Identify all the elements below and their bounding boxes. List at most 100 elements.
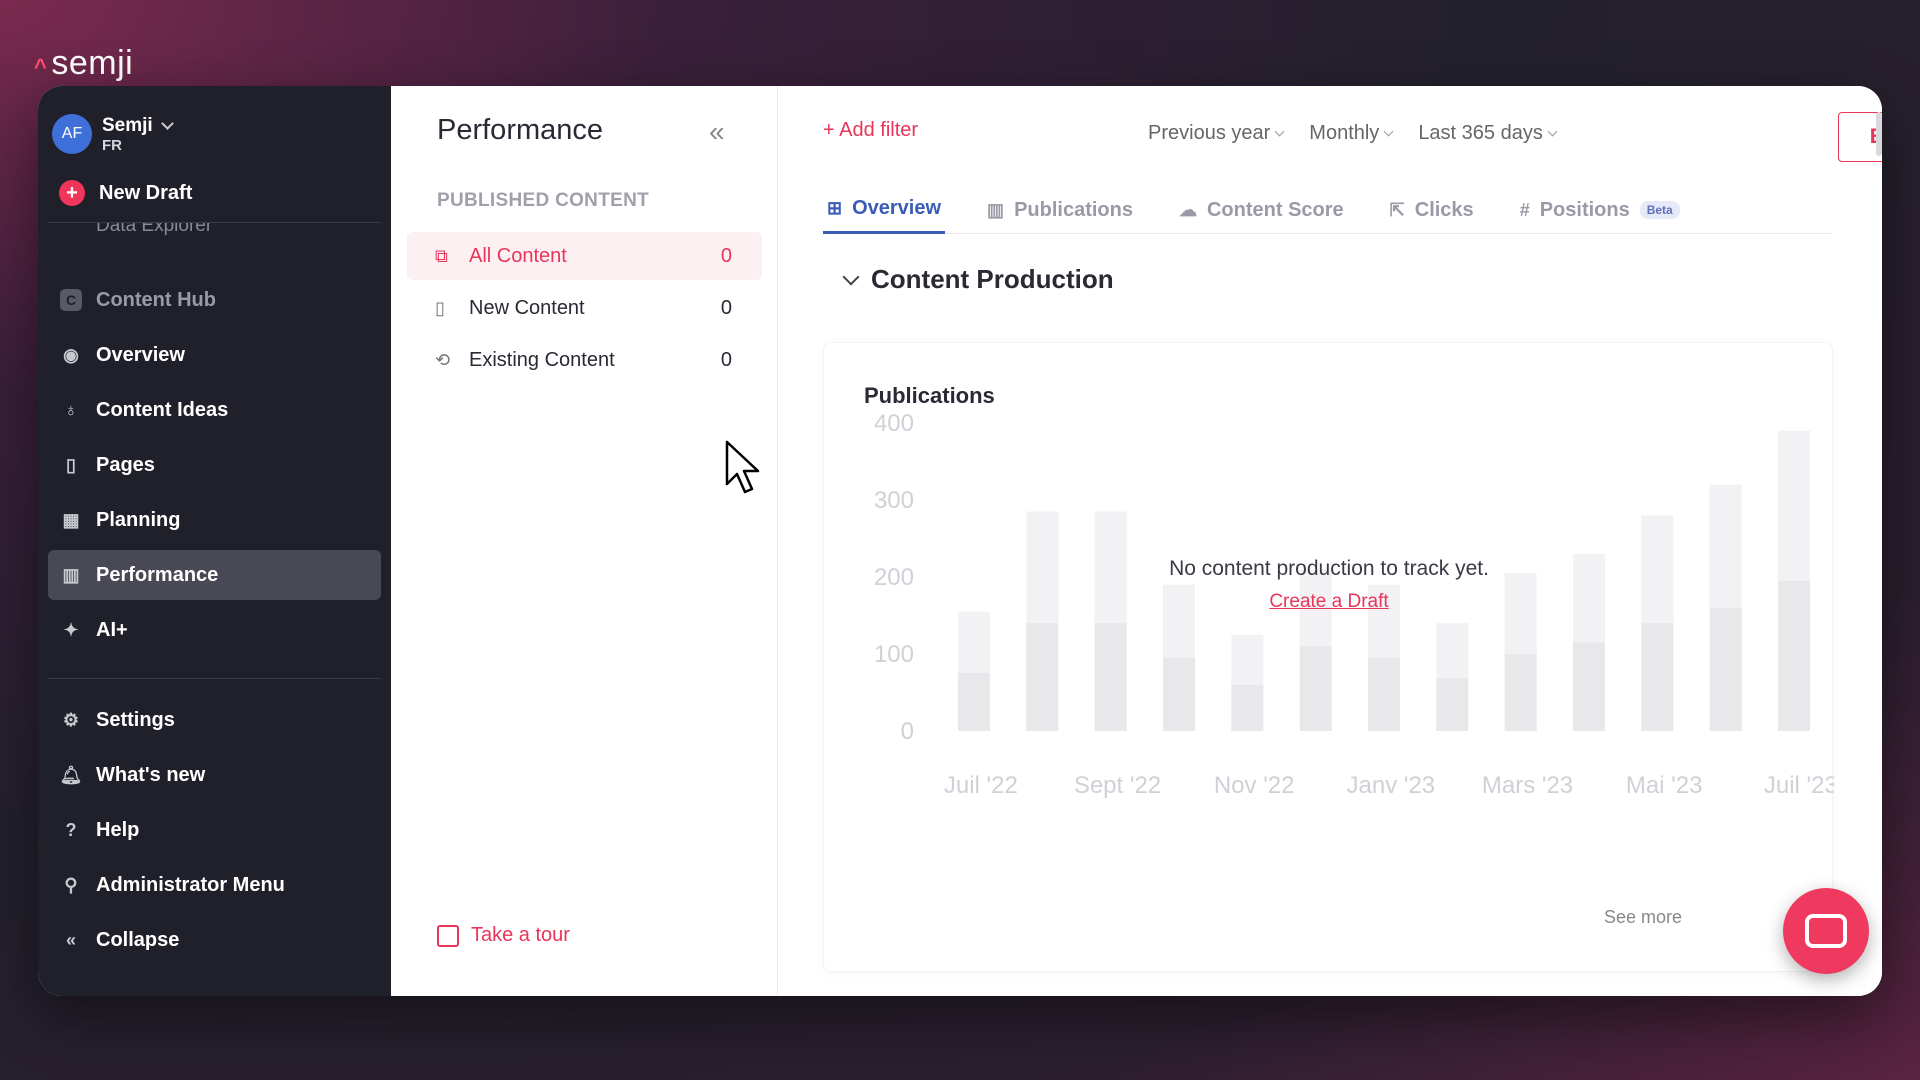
- y-tick-label: 400: [874, 410, 914, 437]
- x-tick-label: Juil '23: [1764, 772, 1834, 799]
- chevron-down-icon: [842, 268, 860, 285]
- sidebar: AF Semji FR + New Draft Data Explorer CC…: [38, 86, 391, 996]
- content-list: ⧉ All Content 0 ▯ New Content 0 ⟲ Existing Cont…: [407, 232, 762, 388]
- tab-positions[interactable]: # Positions Beta: [1516, 186, 1684, 234]
- account-switcher[interactable]: AF Semji FR: [38, 86, 391, 164]
- placeholder-bar: [1573, 642, 1605, 731]
- panel-title: Performance: [437, 114, 604, 146]
- sidebar-item-label: Performance: [96, 563, 219, 586]
- content-filter-all-content[interactable]: ⧉ All Content 0: [407, 232, 762, 280]
- tab-overview[interactable]: ⊞ Overview: [823, 186, 946, 234]
- chat-support-button[interactable]: [1783, 888, 1869, 974]
- sidebar-item-ai-plus[interactable]: ✦ AI+: [48, 605, 381, 655]
- tab-icon: ⊞: [827, 198, 843, 218]
- tab-icon: #: [1519, 199, 1530, 220]
- chevron-down-icon: [1383, 126, 1394, 137]
- tab-label: Positions: [1539, 198, 1630, 221]
- semji-logo: ^ semji: [34, 44, 133, 83]
- tab-icon: ▥: [987, 199, 1005, 220]
- sidebar-item-label: Collapse: [96, 928, 180, 951]
- chevron-down-icon: [1547, 126, 1558, 137]
- x-tick-label: Janv '23: [1347, 772, 1436, 799]
- new-draft-label: New Draft: [99, 181, 193, 204]
- add-filter-button[interactable]: + Add filter: [823, 119, 918, 142]
- publications-chart: 4003002001000Juil '22 Sept '22 Nov '22 Janv…: [874, 410, 1834, 799]
- tab-label: Publications: [1014, 198, 1133, 221]
- sidebar-item-label: Content Hub: [96, 288, 216, 311]
- tab-clicks[interactable]: ⇱ Clicks: [1386, 186, 1478, 234]
- scrollbar[interactable]: [1876, 112, 1882, 156]
- y-tick-label: 0: [901, 718, 914, 745]
- sidebar-item-settings[interactable]: ⚙ Settings: [48, 695, 381, 745]
- account-locale: FR: [102, 136, 122, 154]
- x-tick-label: Sept '22: [1074, 772, 1161, 799]
- pages-icon: ▯: [66, 454, 76, 475]
- tab-label: Content Score: [1206, 198, 1344, 221]
- sidebar-item-label: What's new: [96, 763, 206, 786]
- sidebar-item-whats-new[interactable]: 🔔︎ What's new: [48, 750, 381, 800]
- sidebar-item-label: Settings: [96, 708, 175, 731]
- empty-state-message: No content production to track yet.: [1169, 557, 1489, 580]
- tab-content-score[interactable]: ☁ Content Score: [1175, 186, 1348, 234]
- sidebar-item-label: Pages: [96, 453, 155, 476]
- sidebar-item-planning[interactable]: ▦ Planning: [48, 495, 381, 545]
- sidebar-item-help[interactable]: ? Help: [48, 805, 381, 855]
- sidebar-item-collapse[interactable]: « Collapse: [48, 915, 381, 965]
- content-production-toggle[interactable]: Content Production: [842, 264, 1114, 295]
- semji-logo-mark-icon: ^: [34, 53, 48, 79]
- placeholder-bar: [1299, 646, 1332, 731]
- sidebar-item-administrator-menu[interactable]: ⚲ Administrator Menu: [48, 860, 381, 910]
- tab-icon: ⇱: [1389, 199, 1405, 220]
- tour-label: Take a tour: [471, 924, 570, 946]
- beta-badge: Beta: [1639, 201, 1680, 219]
- placeholder-bar: [1163, 657, 1195, 731]
- x-tick-label: Mai '23: [1626, 772, 1703, 799]
- placeholder-bar: [1504, 654, 1537, 731]
- overview-icon: ◉: [63, 344, 79, 365]
- placeholder-bar: [1026, 623, 1059, 731]
- plus-icon: +: [59, 180, 85, 206]
- create-draft-link[interactable]: Create a Draft: [824, 591, 1834, 613]
- placeholder-bar: [1436, 678, 1469, 731]
- planning-icon: ▦: [62, 509, 80, 530]
- chat-icon: [1805, 914, 1847, 948]
- sidebar-item-overview[interactable]: ◉ Overview: [48, 330, 381, 380]
- section-title: Content Production: [871, 264, 1114, 294]
- period-dropdown[interactable]: Last 365 days: [1418, 122, 1558, 145]
- divider: [48, 678, 381, 679]
- collapse-icon: «: [65, 929, 76, 950]
- comparison-dropdown[interactable]: Previous year: [1148, 122, 1285, 145]
- sidebar-item-content-hub[interactable]: C Content Hub: [48, 275, 381, 325]
- y-tick-label: 100: [874, 641, 914, 668]
- sidebar-item-label: AI+: [96, 618, 128, 641]
- sidebar-item-performance[interactable]: ▥ Performance: [48, 550, 381, 600]
- content-filter-existing-content[interactable]: ⟲ Existing Content 0: [407, 336, 762, 384]
- document-icon: ▯: [435, 297, 445, 318]
- y-tick-label: 300: [874, 487, 914, 514]
- sidebar-item-content-ideas[interactable]: ♁ Content Ideas: [48, 385, 381, 435]
- tour-icon: [437, 924, 459, 947]
- see-more-link[interactable]: See more: [1604, 907, 1682, 928]
- new-draft-button[interactable]: + New Draft: [38, 164, 391, 222]
- sidebar-item-pages[interactable]: ▯ Pages: [48, 440, 381, 490]
- publications-card: 400 300 200 100 0 Juil '22 Sept '22 Nov '22 Janv…: [823, 342, 1834, 972]
- tab-label: Overview: [852, 197, 942, 219]
- collapse-panel-icon[interactable]: «: [709, 116, 725, 148]
- sidebar-item-label: Content Ideas: [96, 398, 229, 421]
- sidebar-item-label: Help: [96, 818, 140, 841]
- content-hub-icon: C: [60, 289, 82, 311]
- sidebar-item-data-explorer[interactable]: Data Explorer: [38, 223, 391, 239]
- document-icon: ⟲: [435, 349, 451, 370]
- ai-plus-icon: ✦: [63, 619, 79, 640]
- take-a-tour-link[interactable]: Take a tour: [437, 924, 570, 947]
- comparison-value: Previous year: [1148, 122, 1271, 144]
- placeholder-bar: [1368, 657, 1400, 731]
- app-window: AF Semji FR + New Draft Data Explorer CC…: [38, 86, 1882, 996]
- placeholder-bar: [1709, 607, 1742, 731]
- content-filter-new-content[interactable]: ▯ New Content 0: [407, 284, 762, 332]
- tab-publications[interactable]: ▥ Publications: [983, 186, 1137, 234]
- tab-icon: ☁: [1178, 199, 1197, 220]
- chevron-down-icon: [160, 116, 174, 130]
- granularity-dropdown[interactable]: Monthly: [1309, 122, 1394, 145]
- period-value: Last 365 days: [1418, 122, 1543, 144]
